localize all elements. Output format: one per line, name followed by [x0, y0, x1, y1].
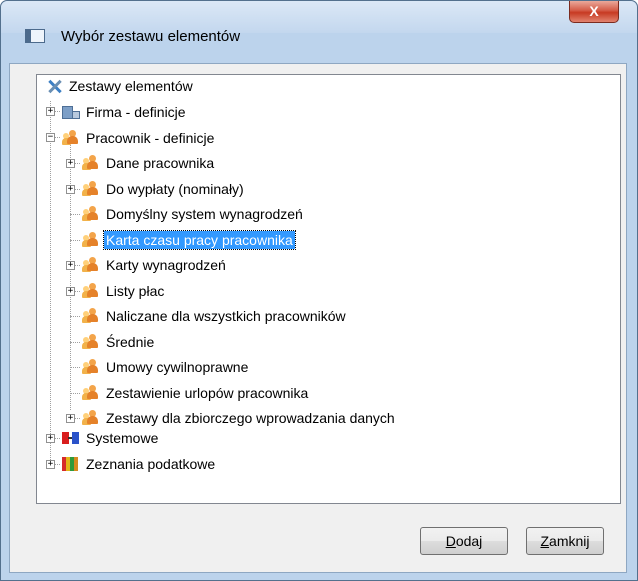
elements-tree[interactable]: Zestawy elementów + Firma - definicje − … [36, 74, 621, 504]
tree-node-label: Zeznania podatkowe [86, 456, 216, 472]
tree-connector [70, 141, 71, 410]
title-bar[interactable]: Wybór zestawu elementów X [1, 1, 637, 45]
close-button[interactable]: Zamknij [526, 527, 604, 555]
tree-node-label: Umowy cywilnoprawne [106, 359, 249, 375]
people-icon [82, 308, 100, 324]
tree-item-zeznania-podatkowe[interactable]: Zeznania podatkowe [62, 453, 217, 475]
tree-connector [50, 101, 51, 464]
expand-toggle[interactable]: + [46, 460, 55, 469]
tree-item-systemowe[interactable]: Systemowe [62, 427, 160, 449]
tree-node-label: Do wypłaty (nominały) [106, 181, 244, 197]
people-icon [82, 181, 100, 197]
tree-item-zestawy-zbiorcze[interactable]: Zestawy dla zbiorczego wprowadzania dany… [82, 407, 397, 429]
people-icon [62, 130, 80, 146]
add-button[interactable]: Dodaj [420, 527, 508, 555]
people-icon [82, 385, 100, 401]
tree-node-label: Dane pracownika [106, 155, 215, 171]
building-icon [62, 104, 80, 120]
tree-root[interactable]: Zestawy elementów [45, 75, 195, 97]
tree-item-srednie[interactable]: Średnie [82, 331, 156, 353]
add-button-mnemonic: D [445, 533, 456, 549]
close-window-button[interactable]: X [569, 1, 619, 23]
tree-node-label: Zestawy elementów [69, 78, 193, 94]
tree-node-label: Naliczane dla wszystkich pracowników [106, 308, 346, 324]
people-icon [82, 283, 100, 299]
system-icon [62, 430, 80, 446]
add-button-label: odaj [455, 533, 483, 549]
tree-node-label: Średnie [106, 334, 155, 350]
tree-node-label: Zestawienie urlopów pracownika [106, 385, 309, 401]
people-icon [82, 334, 100, 350]
tree-item-dane-pracownika[interactable]: Dane pracownika [82, 152, 216, 174]
expand-toggle[interactable]: + [66, 159, 75, 168]
tree-node-label: Pracownik - definicje [86, 130, 215, 146]
expand-toggle[interactable]: + [66, 287, 75, 296]
window-title: Wybór zestawu elementów [61, 28, 241, 45]
tree-item-karty-wynagrodzen[interactable]: Karty wynagrodzeń [82, 254, 228, 276]
expand-toggle[interactable]: + [46, 107, 55, 116]
tree-node-label: Zestawy dla zbiorczego wprowadzania dany… [106, 410, 395, 426]
close-button-mnemonic: Z [540, 533, 550, 549]
tree-connector [70, 214, 80, 215]
close-button-label: amknij [549, 533, 590, 549]
people-icon [82, 232, 100, 248]
dialog-client-area: Zestawy elementów + Firma - definicje − … [9, 63, 627, 573]
tree-node-label: Listy płac [106, 283, 165, 299]
tree-item-zestawienie-urlopow[interactable]: Zestawienie urlopów pracownika [82, 382, 310, 404]
people-icon [82, 155, 100, 171]
people-icon [82, 359, 100, 375]
tree-connector [70, 240, 80, 241]
tree-item-umowy-cywilnoprawne[interactable]: Umowy cywilnoprawne [82, 356, 250, 378]
tree-connector [70, 342, 80, 343]
expand-toggle[interactable]: + [66, 185, 75, 194]
tree-connector [70, 316, 80, 317]
tree-item-firma[interactable]: Firma - definicje [62, 101, 188, 123]
tree-item-pracownik[interactable]: Pracownik - definicje [62, 127, 216, 149]
tree-connector [70, 367, 80, 368]
tree-item-listy-plac[interactable]: Listy płac [82, 280, 166, 302]
tree-node-label: Karta czasu pracy pracownika [103, 230, 296, 250]
tree-node-label: Domyślny system wynagrodzeń [106, 206, 303, 222]
tree-item-karta-czasu-pracy[interactable]: Karta czasu pracy pracownika [82, 229, 296, 251]
people-icon [82, 257, 100, 273]
tree-node-label: Systemowe [86, 430, 159, 446]
tree-node-label: Karty wynagrodzeń [106, 257, 226, 273]
dialog-window: Wybór zestawu elementów X Zestawy elemen… [0, 0, 638, 581]
books-icon [62, 456, 80, 472]
tree-item-naliczane[interactable]: Naliczane dla wszystkich pracowników [82, 305, 348, 327]
tools-icon [45, 78, 63, 94]
expand-toggle[interactable]: + [46, 434, 55, 443]
expand-toggle[interactable]: + [66, 414, 75, 423]
collapse-toggle[interactable]: − [46, 133, 55, 142]
expand-toggle[interactable]: + [66, 261, 75, 270]
tree-connector [70, 393, 80, 394]
tree-item-do-wyplaty[interactable]: Do wypłaty (nominały) [82, 178, 246, 200]
people-icon [82, 206, 100, 222]
tree-node-label: Firma - definicje [86, 104, 186, 120]
window-icon [25, 29, 45, 43]
people-icon [82, 410, 100, 426]
tree-item-domyslny-system[interactable]: Domyślny system wynagrodzeń [82, 203, 305, 225]
